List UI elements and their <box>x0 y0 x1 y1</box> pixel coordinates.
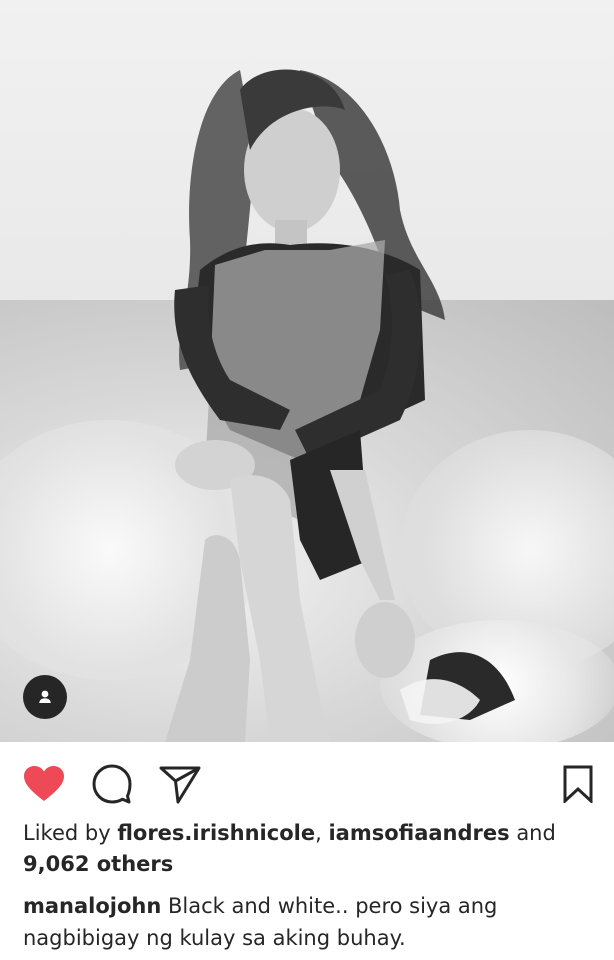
likes-summary: Liked by flores.irishnicole, iamsofiaand… <box>23 818 593 880</box>
heart-icon <box>24 766 64 801</box>
action-bar <box>0 742 614 822</box>
post-caption: manalojohn Black and white.. pero siya a… <box>23 890 593 954</box>
user-tag-icon <box>39 690 51 703</box>
comment-icon <box>92 764 132 804</box>
like-button[interactable] <box>22 762 66 806</box>
photo-subject <box>165 69 515 742</box>
save-button[interactable] <box>556 762 600 806</box>
paper-plane-icon <box>159 766 201 804</box>
likes-prefix: Liked by <box>23 821 111 845</box>
instagram-post: Liked by flores.irishnicole, iamsofiaand… <box>0 0 614 960</box>
share-button[interactable] <box>158 762 202 806</box>
likes-separator: , <box>315 821 322 845</box>
liker-username[interactable]: iamsofiaandres <box>328 821 509 845</box>
likes-count[interactable]: 9,062 others <box>23 852 173 876</box>
tagged-people-button[interactable] <box>23 675 67 719</box>
liker-username[interactable]: flores.irishnicole <box>117 821 315 845</box>
likes-conjunction: and <box>516 821 556 845</box>
caption-username[interactable]: manalojohn <box>23 894 161 918</box>
bookmark-icon <box>563 765 593 803</box>
post-photo[interactable] <box>0 0 614 742</box>
comment-button[interactable] <box>90 762 134 806</box>
